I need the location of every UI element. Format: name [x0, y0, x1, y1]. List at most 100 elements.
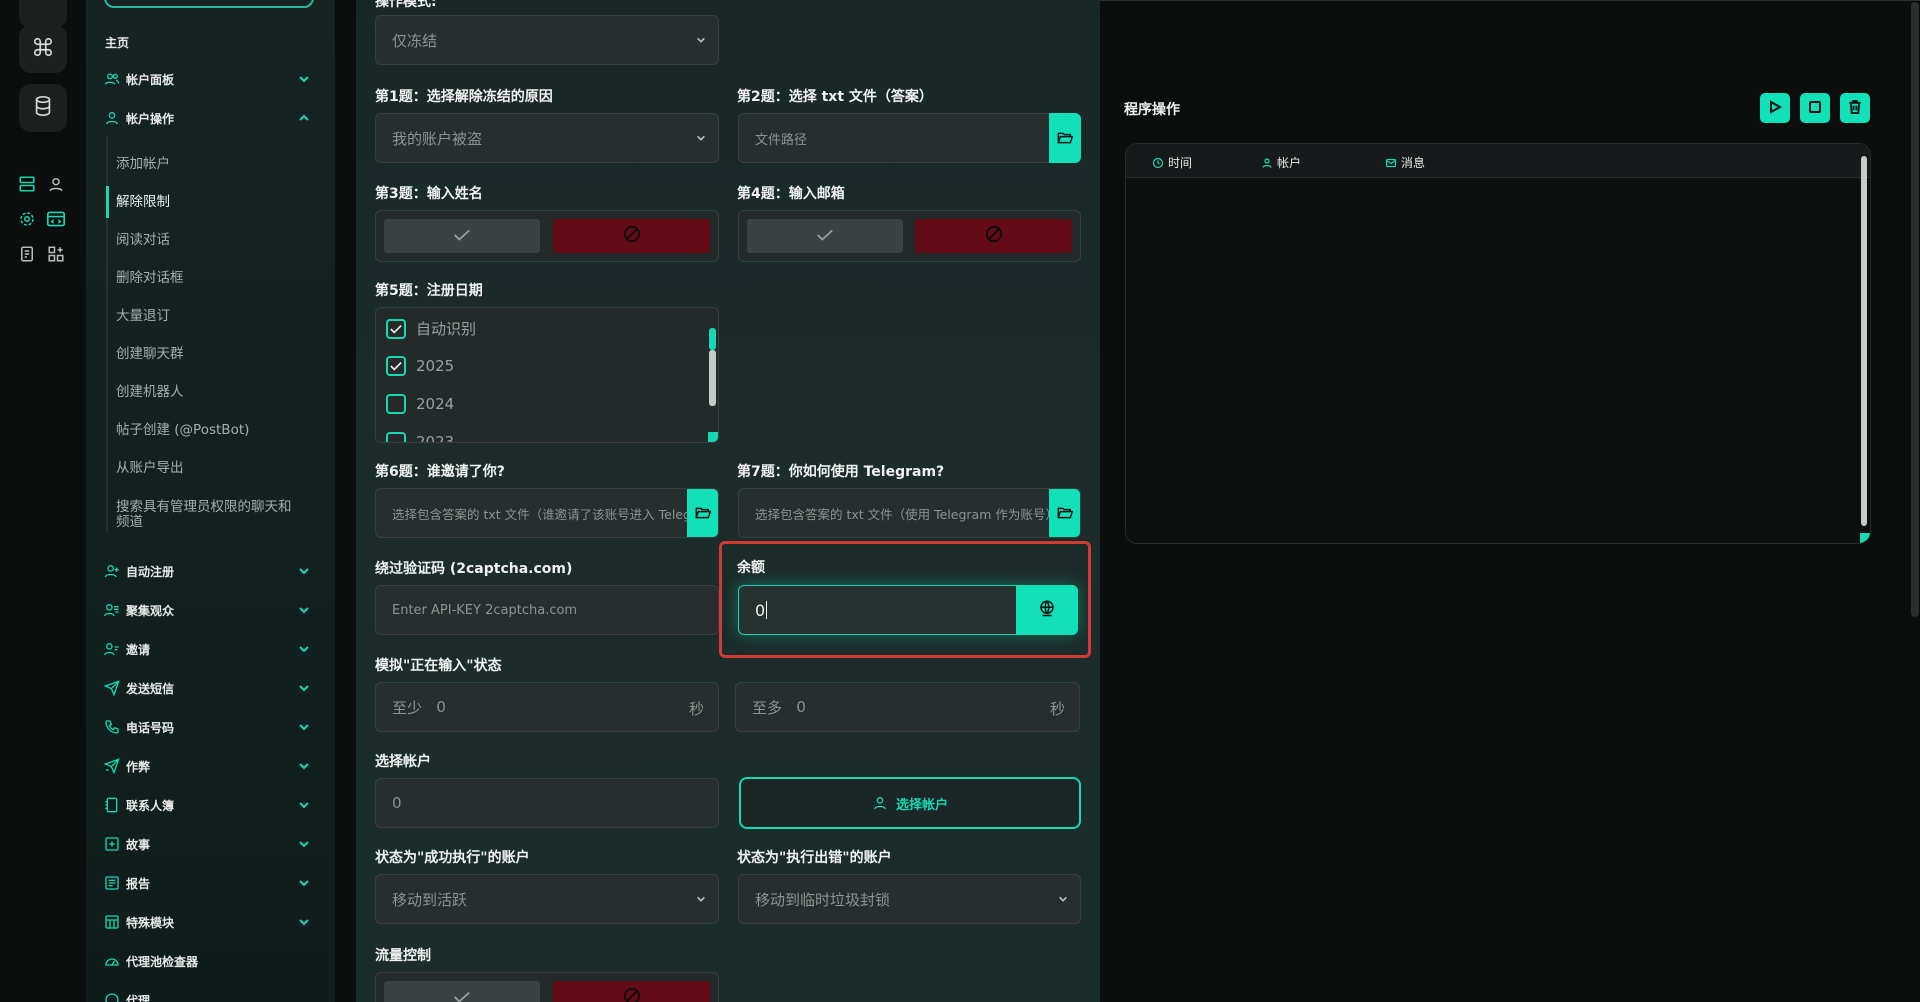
database-button[interactable]: [19, 84, 67, 132]
mode-select-value: 仅冻结: [392, 31, 438, 50]
check-icon: [453, 989, 471, 1002]
browser-code-icon[interactable]: [45, 208, 67, 230]
sidebar-item-delete-dialogs[interactable]: 删除对话框: [116, 271, 296, 286]
selected-accounts-count[interactable]: 0: [375, 778, 719, 828]
sidebar-group-label: 特殊模块: [126, 915, 175, 930]
log-table-header: 时间 帐户 消息: [1126, 144, 1870, 178]
error-action-select[interactable]: 移动到临时垃圾封锁: [738, 874, 1081, 924]
column-message: 消息: [1385, 154, 1425, 171]
sidebar-group-special-modules[interactable]: 特殊模块: [104, 910, 322, 934]
sidebar-group-cheat[interactable]: 作弊: [104, 754, 322, 778]
sidebar-group-label: 故事: [126, 837, 151, 852]
select-account-button-label: 选择帐户: [895, 797, 948, 813]
sidebar-group-label: 联系人簿: [126, 798, 175, 813]
typing-max-input[interactable]: 至多 0 秒: [735, 682, 1080, 732]
select-account-button[interactable]: 选择帐户: [739, 777, 1081, 829]
enable-button[interactable]: [747, 219, 903, 253]
folder-open-button[interactable]: [1049, 113, 1081, 163]
disable-button[interactable]: [553, 219, 710, 253]
sidebar-item-create-group[interactable]: 创建聊天群: [116, 347, 296, 362]
sidebar-group-send-sms[interactable]: 发送短信: [104, 676, 322, 700]
q3-name-toggle: [375, 210, 719, 262]
sidebar-group-accounts-panel[interactable]: 帐户面板: [104, 67, 322, 91]
sidebar-item-read-dialogs[interactable]: 阅读对话: [116, 233, 296, 248]
sidebar-item-postbot[interactable]: 帖子创建 (@PostBot): [116, 423, 296, 438]
disable-button[interactable]: [915, 219, 1072, 253]
check-balance-button[interactable]: [1016, 585, 1078, 635]
date-option[interactable]: 2024: [386, 394, 454, 414]
folder-open-button[interactable]: [1049, 489, 1080, 537]
date-option[interactable]: 2023: [386, 432, 454, 442]
checkbox-checked[interactable]: [386, 356, 406, 376]
resize-handle[interactable]: [708, 432, 718, 442]
error-label: 状态为"执行出错"的账户: [737, 850, 892, 866]
chevron-down-icon: [694, 892, 708, 906]
document-icon[interactable]: [16, 243, 38, 265]
sidebar: 主页 帐户面板 帐户操作 添加帐户 解除限制 阅读对话 删除对话框 大量退订 创…: [86, 0, 335, 1002]
q5-label: 第5题：注册日期: [375, 283, 483, 299]
sidebar-group-reports[interactable]: 报告: [104, 871, 322, 895]
sidebar-group-stories[interactable]: 故事: [104, 832, 322, 856]
gear-icon[interactable]: [16, 208, 38, 230]
success-action-select[interactable]: 移动到活跃: [375, 874, 719, 924]
sidebar-item-proxy-checker[interactable]: 代理池检查器: [104, 949, 322, 973]
trash-icon: [1848, 99, 1862, 118]
sidebar-item-unrestrict[interactable]: 解除限制: [116, 195, 296, 210]
sidebar-group-auto-register[interactable]: 自动注册: [104, 559, 322, 583]
page-scrollbar[interactable]: [1911, 2, 1919, 617]
q2-file-input[interactable]: 文件路径: [738, 113, 1081, 163]
sidebar-item-mass-unsubscribe[interactable]: 大量退订: [116, 309, 296, 324]
unrestrict-form: 操作模式: 仅冻结 第1题：选择解除冻结的原因 我的账户被盗 第2题：选择 tx…: [356, 0, 1100, 1002]
typing-min-input[interactable]: 至少 0 秒: [375, 682, 719, 732]
widgets-icon[interactable]: [45, 243, 67, 265]
server-icon[interactable]: [16, 173, 38, 195]
invite-icon: [104, 641, 120, 657]
chevron-down-icon: [296, 719, 312, 735]
date-option[interactable]: 2025: [386, 356, 454, 376]
sidebar-top-button[interactable]: [104, 0, 314, 8]
command-button[interactable]: [19, 25, 67, 73]
sidebar-item-proxy[interactable]: 代理: [104, 988, 322, 1002]
date-option[interactable]: 自动识别: [386, 318, 476, 339]
disable-button[interactable]: [553, 981, 710, 1002]
sidebar-group-audience[interactable]: 聚集观众: [104, 598, 322, 622]
start-button[interactable]: [1760, 93, 1790, 123]
mode-select[interactable]: 仅冻结: [375, 15, 719, 65]
balance-input[interactable]: 0: [738, 585, 1078, 635]
captcha-api-key-input[interactable]: Enter API-KEY 2captcha.com: [375, 585, 719, 635]
q6-file-input[interactable]: 选择包含答案的 txt 文件（谁邀请了该账号进入 Teleg: [375, 488, 719, 538]
mail-icon: [1385, 157, 1397, 169]
user-icon: [872, 795, 888, 811]
rail-top-button[interactable]: [19, 0, 67, 28]
checkbox-unchecked[interactable]: [386, 394, 406, 414]
enable-button[interactable]: [384, 219, 540, 253]
clear-log-button[interactable]: [1840, 93, 1870, 123]
user-icon: [1261, 157, 1273, 169]
log-scrollbar[interactable]: [1861, 156, 1867, 526]
sidebar-item-create-bot[interactable]: 创建机器人: [116, 385, 296, 400]
checkbox-checked[interactable]: [386, 318, 406, 339]
sidebar-group-account-actions[interactable]: 帐户操作: [104, 106, 322, 130]
sidebar-item-export[interactable]: 从账户导出: [116, 461, 296, 476]
sidebar-item-label: 代理: [126, 993, 151, 1002]
text-caret: [766, 601, 768, 619]
enable-button[interactable]: [384, 981, 540, 1002]
q1-reason-select[interactable]: 我的账户被盗: [375, 113, 719, 163]
sidebar-group-invite[interactable]: 邀请: [104, 637, 322, 661]
chevron-down-icon: [296, 641, 312, 657]
sidebar-group-contacts[interactable]: 联系人簿: [104, 793, 322, 817]
sidebar-item-admin-search[interactable]: 搜索具有管理员权限的聊天和频道: [116, 500, 296, 530]
stop-button[interactable]: [1800, 93, 1830, 123]
sidebar-group-phone-numbers[interactable]: 电话号码: [104, 715, 322, 739]
checkbox-unchecked[interactable]: [386, 432, 406, 442]
sidebar-item-add-account[interactable]: 添加帐户: [116, 157, 296, 172]
q7-file-input[interactable]: 选择包含答案的 txt 文件（使用 Telegram 作为账号）: [738, 488, 1081, 538]
seconds-unit: 秒: [688, 700, 704, 718]
date-option-label: 2025: [416, 357, 455, 375]
program-actions-title: 程序操作: [1124, 102, 1180, 118]
resize-handle[interactable]: [1860, 533, 1870, 543]
folder-open-button[interactable]: [687, 489, 718, 537]
list-scrollbar[interactable]: [709, 350, 716, 406]
location-icon[interactable]: [45, 173, 67, 195]
selected-count-value: 0: [392, 794, 402, 812]
